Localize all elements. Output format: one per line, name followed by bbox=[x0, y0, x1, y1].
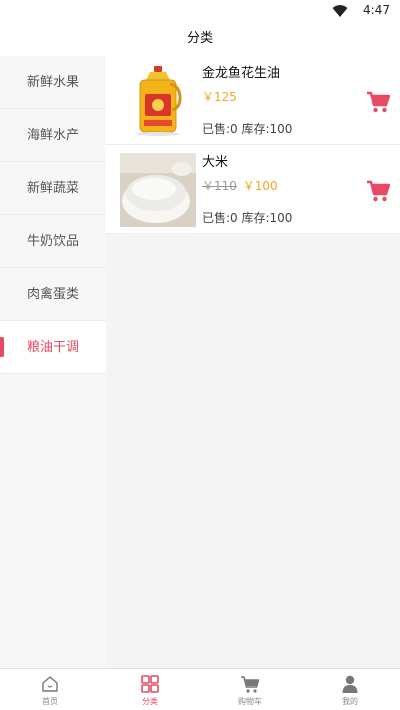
cart-icon bbox=[241, 676, 260, 693]
product-card[interactable]: 金龙鱼花生油 ￥125 已售:0 库存:100 bbox=[106, 56, 400, 145]
tab-label: 首页 bbox=[42, 697, 58, 706]
add-to-cart-icon[interactable] bbox=[366, 179, 390, 203]
sidebar-item-seafood[interactable]: 海鲜水产 bbox=[0, 109, 106, 162]
category-sidebar: 新鲜水果 海鲜水产 新鲜蔬菜 牛奶饮品 肉禽蛋类 粮油干调 bbox=[0, 56, 106, 668]
tab-label: 购物车 bbox=[238, 697, 262, 706]
tab-home[interactable]: 首页 bbox=[0, 669, 100, 710]
sidebar-item-fresh-fruit[interactable]: 新鲜水果 bbox=[0, 56, 106, 109]
home-icon bbox=[42, 676, 58, 692]
sidebar-item-label: 新鲜蔬菜 bbox=[26, 181, 79, 196]
tab-profile[interactable]: 我的 bbox=[300, 669, 400, 710]
tab-cart[interactable]: 购物车 bbox=[200, 669, 300, 710]
sidebar-item-label: 肉禽蛋类 bbox=[26, 287, 79, 302]
page-title: 分类 bbox=[186, 31, 213, 46]
add-to-cart-icon[interactable] bbox=[366, 90, 390, 114]
user-icon bbox=[342, 675, 358, 693]
sidebar-item-label: 粮油干调 bbox=[26, 340, 79, 355]
tab-label: 分类 bbox=[142, 697, 158, 706]
product-name: 大米 bbox=[202, 155, 229, 170]
tab-category[interactable]: 分类 bbox=[100, 669, 200, 710]
status-time: 4:47 bbox=[363, 3, 390, 17]
category-grid-icon bbox=[141, 675, 159, 693]
sidebar-item-grain-oil[interactable]: 粮油干调 bbox=[0, 321, 106, 374]
rice-image bbox=[120, 153, 196, 227]
product-list: 金龙鱼花生油 ￥125 已售:0 库存:100 大米 ￥110 ￥100 已售:… bbox=[106, 56, 400, 668]
price-row: ￥110 ￥100 bbox=[202, 177, 278, 194]
status-bar: 4:47 bbox=[0, 0, 400, 22]
title-bar: 分类 bbox=[0, 22, 400, 56]
product-price: ￥125 bbox=[202, 90, 237, 104]
product-card[interactable]: 大米 ￥110 ￥100 已售:0 库存:100 bbox=[106, 145, 400, 234]
sidebar-item-label: 牛奶饮品 bbox=[26, 234, 79, 249]
sidebar-item-label: 海鲜水产 bbox=[26, 128, 79, 143]
peanut-oil-image bbox=[120, 64, 196, 138]
product-price: ￥100 bbox=[242, 179, 278, 193]
original-price: ￥110 bbox=[202, 179, 237, 193]
price-row: ￥125 bbox=[202, 88, 237, 105]
sidebar-item-meat-eggs[interactable]: 肉禽蛋类 bbox=[0, 268, 106, 321]
sidebar-item-vegetables[interactable]: 新鲜蔬菜 bbox=[0, 162, 106, 215]
product-name: 金龙鱼花生油 bbox=[202, 66, 281, 81]
wifi-icon bbox=[332, 5, 348, 17]
product-stats: 已售:0 库存:100 bbox=[202, 122, 293, 136]
sidebar-item-milk-drinks[interactable]: 牛奶饮品 bbox=[0, 215, 106, 268]
product-stats: 已售:0 库存:100 bbox=[202, 211, 293, 225]
tab-label: 我的 bbox=[342, 697, 358, 706]
bottom-tab-bar: 首页 分类 购物车 我的 bbox=[0, 668, 400, 710]
sidebar-item-label: 新鲜水果 bbox=[26, 75, 79, 90]
active-indicator bbox=[0, 337, 4, 357]
